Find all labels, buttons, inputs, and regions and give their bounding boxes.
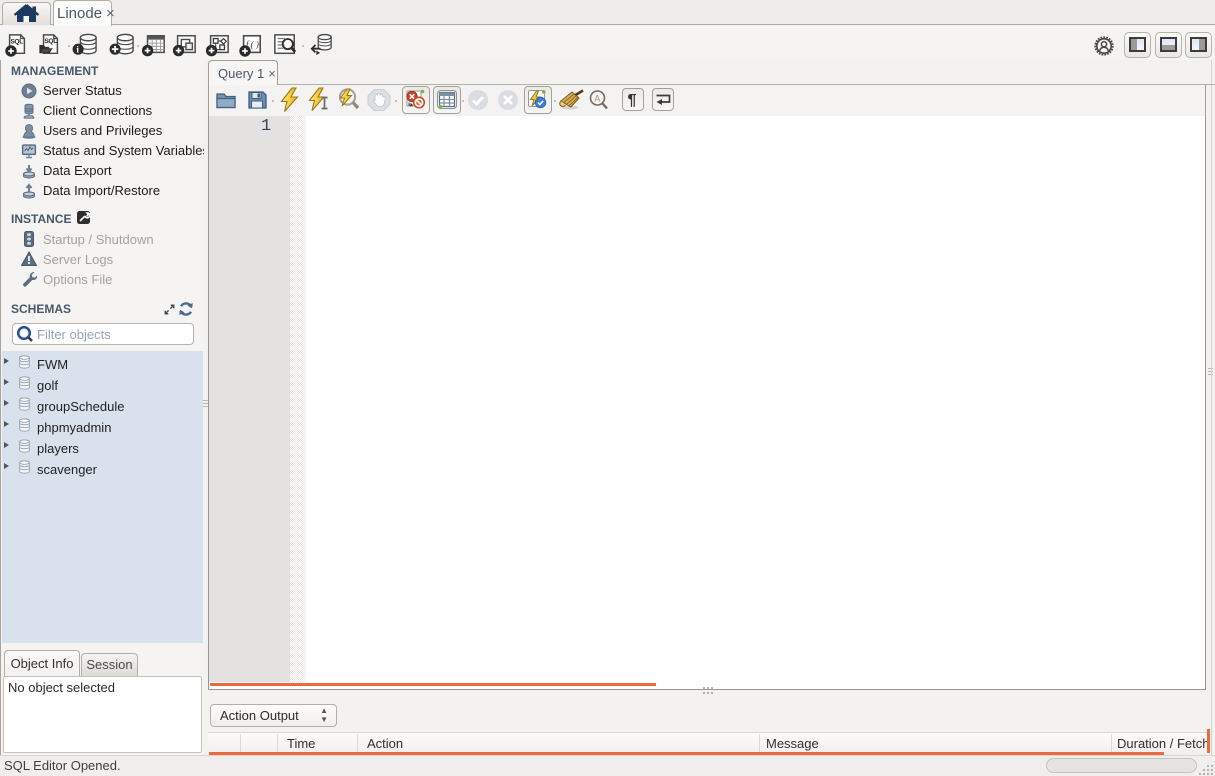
svg-text:i: i	[76, 45, 79, 55]
svg-text:SQL: SQL	[44, 38, 57, 45]
svg-text:¶: ¶	[628, 92, 637, 109]
svg-text:SQL: SQL	[11, 39, 24, 46]
svg-text:A: A	[594, 94, 600, 104]
